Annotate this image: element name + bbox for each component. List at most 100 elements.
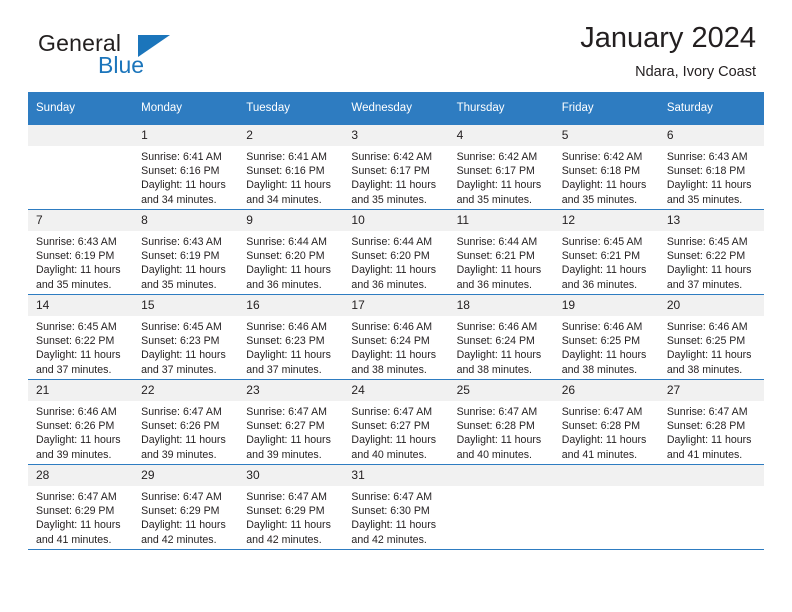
- sunset-time: Sunset: 6:30 PM: [351, 505, 430, 518]
- sunset-time: Sunset: 6:28 PM: [456, 420, 535, 433]
- day-number: 19: [553, 295, 659, 316]
- daylight-duration-line2: and 38 minutes.: [456, 363, 532, 376]
- daylight-duration-line1: Daylight: 11 hours: [561, 264, 647, 277]
- calendar-day-cell[interactable]: 15 Sunrise: 6:45 AM Sunset: 6:23 PM Dayligh…: [133, 294, 239, 380]
- calendar-day-cell[interactable]: 29 Sunrise: 6:47 AM Sunset: 6:29 PM Dayligh…: [133, 464, 239, 549]
- calendar-day-cell[interactable]: 23 Sunrise: 6:47 AM Sunset: 6:27 PM Dayligh…: [238, 379, 344, 465]
- calendar-day-cell[interactable]: 16 Sunrise: 6:46 AM Sunset: 6:23 PM Dayligh…: [238, 294, 344, 380]
- day-details: Sunrise: 6:47 AM Sunset: 6:28 PM Daylight:…: [449, 401, 554, 462]
- daylight-duration-line2: and 42 minutes.: [141, 533, 217, 546]
- day-details: Sunrise: 6:47 AM Sunset: 6:28 PM Daylight:…: [554, 401, 659, 462]
- day-number: 25: [448, 380, 554, 401]
- daylight-duration-line1: Daylight: 11 hours: [141, 264, 226, 277]
- day-number: 4: [448, 125, 554, 146]
- daylight-duration-line1: Daylight: 11 hours: [456, 434, 542, 447]
- sunset-time: Sunset: 6:22 PM: [36, 335, 115, 348]
- calendar-day-cell[interactable]: 25 Sunrise: 6:47 AM Sunset: 6:28 PM Dayligh…: [448, 379, 554, 465]
- day-details: Sunrise: 6:45 AM Sunset: 6:21 PM Daylight:…: [554, 231, 659, 292]
- calendar-day-cell[interactable]: 24 Sunrise: 6:47 AM Sunset: 6:27 PM Dayligh…: [343, 379, 449, 465]
- daylight-duration-line2: and 35 minutes.: [456, 193, 532, 206]
- sunrise-time: Sunrise: 6:45 AM: [36, 321, 117, 333]
- day-details: Sunrise: 6:46 AM Sunset: 6:25 PM Daylight:…: [554, 316, 659, 377]
- calendar-day-cell[interactable]: 9 Sunrise: 6:44 AM Sunset: 6:20 PM Daylight…: [238, 209, 344, 295]
- day-number: 28: [28, 465, 134, 486]
- calendar-day-cell[interactable]: 1 Sunrise: 6:41 AM Sunset: 6:16 PM Daylight…: [133, 124, 239, 210]
- calendar-day-cell[interactable]: 21 Sunrise: 6:46 AM Sunset: 6:26 PM Dayligh…: [28, 379, 134, 465]
- page-subtitle-location: Ndara, Ivory Coast: [635, 64, 756, 81]
- calendar-day-cell[interactable]: 20 Sunrise: 6:46 AM Sunset: 6:25 PM Dayligh…: [658, 294, 764, 380]
- calendar-day-cell[interactable]: 13 Sunrise: 6:45 AM Sunset: 6:22 PM Dayligh…: [658, 209, 764, 295]
- calendar-day-cell[interactable]: 22 Sunrise: 6:47 AM Sunset: 6:26 PM Dayligh…: [133, 379, 239, 465]
- sunset-time: Sunset: 6:16 PM: [246, 165, 325, 178]
- day-details: Sunrise: 6:42 AM Sunset: 6:17 PM Daylight:…: [343, 146, 448, 207]
- sunset-time: Sunset: 6:18 PM: [666, 165, 746, 178]
- calendar-day-cell[interactable]: 30 Sunrise: 6:47 AM Sunset: 6:29 PM Dayligh…: [238, 464, 344, 549]
- daylight-duration-line1: Daylight: 11 hours: [36, 349, 121, 362]
- weekday-header-wednesday: Wednesday: [343, 92, 449, 125]
- sunrise-time: Sunrise: 6:46 AM: [666, 321, 748, 333]
- day-details: Sunrise: 6:45 AM Sunset: 6:22 PM Daylight:…: [659, 231, 764, 292]
- daylight-duration-line1: Daylight: 11 hours: [36, 519, 121, 532]
- calendar-day-cell[interactable]: 26 Sunrise: 6:47 AM Sunset: 6:28 PM Dayligh…: [553, 379, 659, 465]
- daylight-duration-line2: and 38 minutes.: [351, 363, 427, 376]
- sunset-time: Sunset: 6:24 PM: [351, 335, 430, 348]
- daylight-duration-line1: Daylight: 11 hours: [141, 179, 226, 192]
- sunrise-time: Sunrise: 6:42 AM: [351, 151, 433, 163]
- calendar-day-cell[interactable]: 31 Sunrise: 6:47 AM Sunset: 6:30 PM Dayligh…: [343, 464, 449, 549]
- sunrise-time: Sunrise: 6:46 AM: [246, 321, 327, 333]
- daylight-duration-line2: and 38 minutes.: [666, 363, 743, 376]
- daylight-duration-line2: and 38 minutes.: [561, 363, 638, 376]
- calendar-day-cell[interactable]: 3 Sunrise: 6:42 AM Sunset: 6:17 PM Daylight…: [343, 124, 449, 210]
- sunset-time: Sunset: 6:23 PM: [246, 335, 325, 348]
- daylight-duration-line2: and 41 minutes.: [36, 533, 112, 546]
- day-number: 26: [553, 380, 659, 401]
- day-number: [448, 465, 554, 486]
- sunrise-time: Sunrise: 6:43 AM: [141, 236, 222, 248]
- calendar-day-cell[interactable]: 19 Sunrise: 6:46 AM Sunset: 6:25 PM Dayligh…: [553, 294, 659, 380]
- sunrise-time: Sunrise: 6:47 AM: [351, 491, 433, 503]
- sunset-time: Sunset: 6:16 PM: [141, 165, 220, 178]
- calendar-day-cell[interactable]: 7 Sunrise: 6:43 AM Sunset: 6:19 PM Daylight…: [28, 209, 134, 295]
- sunset-time: Sunset: 6:28 PM: [561, 420, 641, 433]
- day-number: 3: [343, 125, 449, 146]
- calendar-day-cell[interactable]: 18 Sunrise: 6:46 AM Sunset: 6:24 PM Dayligh…: [448, 294, 554, 380]
- calendar-day-cell[interactable]: 10 Sunrise: 6:44 AM Sunset: 6:20 PM Dayligh…: [343, 209, 449, 295]
- sunset-time: Sunset: 6:29 PM: [141, 505, 220, 518]
- calendar-day-cell[interactable]: 8 Sunrise: 6:43 AM Sunset: 6:19 PM Daylight…: [133, 209, 239, 295]
- sunset-time: Sunset: 6:29 PM: [36, 505, 115, 518]
- day-number: 30: [238, 465, 344, 486]
- daylight-duration-line1: Daylight: 11 hours: [666, 434, 752, 447]
- day-details: Sunrise: 6:43 AM Sunset: 6:18 PM Daylight:…: [659, 146, 764, 207]
- daylight-duration-line2: and 34 minutes.: [246, 193, 322, 206]
- sunrise-time: Sunrise: 6:43 AM: [666, 151, 748, 163]
- sunset-time: Sunset: 6:26 PM: [141, 420, 220, 433]
- calendar-day-cell[interactable]: 14 Sunrise: 6:45 AM Sunset: 6:22 PM Dayligh…: [28, 294, 134, 380]
- calendar-bottom-rule: [28, 549, 764, 550]
- calendar-day-cell-empty: [28, 124, 134, 210]
- calendar-day-cell[interactable]: 2 Sunrise: 6:41 AM Sunset: 6:16 PM Daylight…: [238, 124, 344, 210]
- calendar-day-cell[interactable]: 12 Sunrise: 6:45 AM Sunset: 6:21 PM Dayligh…: [553, 209, 659, 295]
- sunrise-time: Sunrise: 6:47 AM: [141, 491, 222, 503]
- day-details: Sunrise: 6:47 AM Sunset: 6:29 PM Daylight:…: [28, 486, 133, 547]
- calendar-day-cell[interactable]: 6 Sunrise: 6:43 AM Sunset: 6:18 PM Daylight…: [658, 124, 764, 210]
- weekday-header-thursday: Thursday: [448, 92, 554, 125]
- calendar-day-cell[interactable]: 11 Sunrise: 6:44 AM Sunset: 6:21 PM Dayligh…: [448, 209, 554, 295]
- day-number: 27: [658, 380, 764, 401]
- day-number: 9: [238, 210, 344, 231]
- daylight-duration-line1: Daylight: 11 hours: [456, 179, 542, 192]
- calendar-day-cell[interactable]: 4 Sunrise: 6:42 AM Sunset: 6:17 PM Daylight…: [448, 124, 554, 210]
- calendar-day-cell[interactable]: 27 Sunrise: 6:47 AM Sunset: 6:28 PM Dayligh…: [658, 379, 764, 465]
- daylight-duration-line2: and 41 minutes.: [666, 448, 743, 461]
- sunset-time: Sunset: 6:19 PM: [141, 250, 220, 263]
- sunset-time: Sunset: 6:27 PM: [351, 420, 430, 433]
- day-details: Sunrise: 6:47 AM Sunset: 6:26 PM Daylight:…: [133, 401, 238, 462]
- calendar-day-cell[interactable]: 17 Sunrise: 6:46 AM Sunset: 6:24 PM Dayligh…: [343, 294, 449, 380]
- daylight-duration-line1: Daylight: 11 hours: [351, 519, 437, 532]
- general-blue-logo[interactable]: General Blue: [38, 30, 228, 86]
- calendar-day-cell[interactable]: 28 Sunrise: 6:47 AM Sunset: 6:29 PM Dayligh…: [28, 464, 134, 549]
- daylight-duration-line1: Daylight: 11 hours: [351, 264, 437, 277]
- calendar-day-cell[interactable]: 5 Sunrise: 6:42 AM Sunset: 6:18 PM Daylight…: [553, 124, 659, 210]
- day-details: Sunrise: 6:43 AM Sunset: 6:19 PM Daylight:…: [133, 231, 238, 292]
- weekday-header-monday: Monday: [133, 92, 239, 125]
- sunset-time: Sunset: 6:25 PM: [666, 335, 746, 348]
